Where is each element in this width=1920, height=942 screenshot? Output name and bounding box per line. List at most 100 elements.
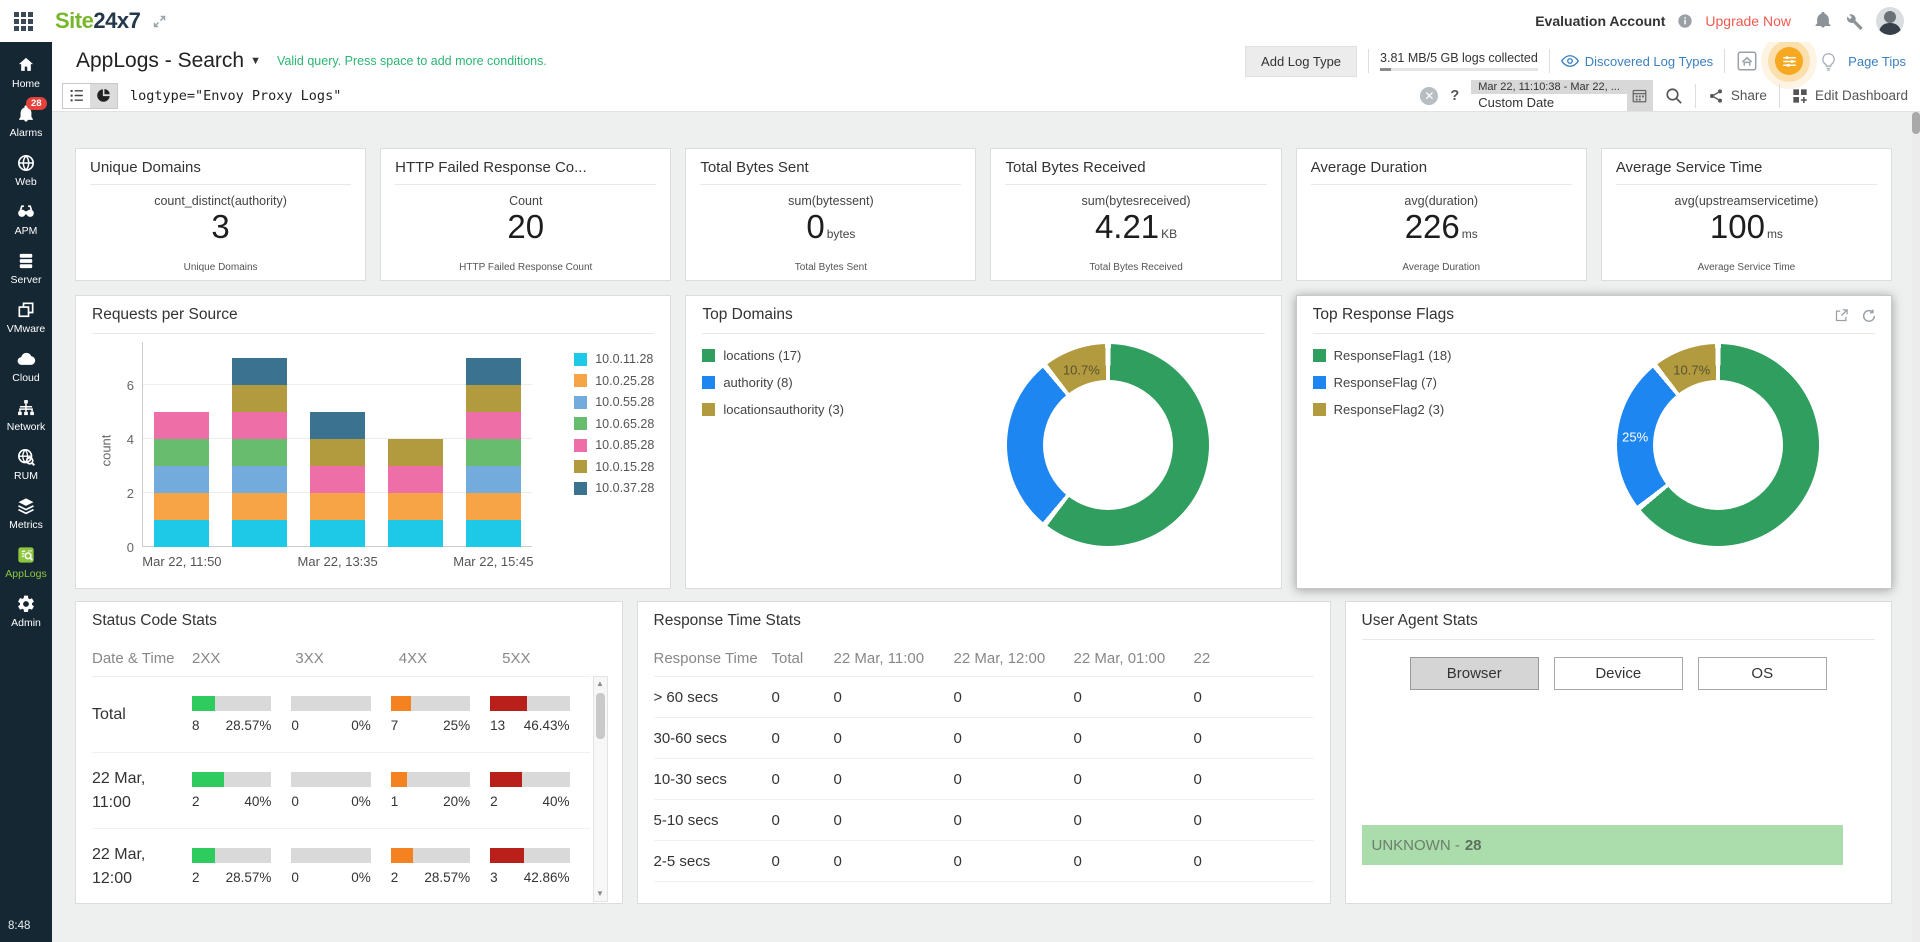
user-agent-bar[interactable]: UNKNOWN - 28 [1362, 825, 1844, 865]
page-title[interactable]: AppLogs - Search [76, 49, 244, 73]
bar-segment-10.0.15.28[interactable] [466, 385, 521, 412]
page-scrollbar[interactable] [1912, 112, 1920, 942]
bar-segment-10.0.11.28[interactable] [154, 520, 209, 547]
bar-segment-10.0.37.28[interactable] [466, 358, 521, 385]
bar-segment-10.0.15.28[interactable] [310, 439, 365, 466]
page-scroll-thumb[interactable] [1912, 112, 1920, 134]
avatar[interactable] [1876, 7, 1904, 35]
bar-segment-10.0.25.28[interactable] [388, 493, 443, 520]
date-range-picker[interactable]: Mar 22, 11:10:38 - Mar 22, ... Custom Da… [1471, 80, 1653, 111]
help-icon[interactable]: ? [1450, 88, 1459, 104]
add-log-type-button[interactable]: Add Log Type [1245, 46, 1357, 77]
bar-segment-10.0.11.28[interactable] [232, 520, 287, 547]
sidebar-item-admin[interactable]: Admin [0, 587, 52, 636]
top-response-flags-donut[interactable]: 10.7% 25% [1617, 344, 1819, 546]
sidebar-item-home[interactable]: Home [0, 48, 52, 97]
bar-segment-10.0.65.28[interactable] [232, 439, 287, 466]
announcement-icon[interactable] [1813, 11, 1833, 31]
logs-usage[interactable]: 3.81 MB/5 GB logs collected [1380, 51, 1538, 71]
bar-segment-10.0.85.28[interactable] [154, 412, 209, 439]
legend-item[interactable]: ResponseFlag2 (3) [1313, 402, 1452, 417]
sidebar-item-cloud[interactable]: Cloud [0, 342, 52, 391]
chart-view-toggle[interactable] [90, 84, 117, 108]
bar-segment-10.0.85.28[interactable] [388, 466, 443, 493]
page-tips-link[interactable]: Page Tips [1848, 54, 1906, 69]
bar-segment-10.0.25.28[interactable] [310, 493, 365, 520]
legend-item[interactable]: ResponseFlag (7) [1313, 375, 1452, 390]
sidebar-item-rum[interactable]: RUM [0, 440, 52, 489]
bar-segment-10.0.85.28[interactable] [310, 466, 365, 493]
tour-icon[interactable] [1775, 47, 1803, 75]
legend-item[interactable]: 10.0.25.28 [574, 374, 654, 388]
legend-item[interactable]: 10.0.37.28 [574, 481, 654, 495]
tab-device[interactable]: Device [1554, 657, 1683, 690]
calendar-icon[interactable] [1627, 80, 1653, 111]
bar-segment-10.0.55.28[interactable] [466, 466, 521, 493]
share-button[interactable]: Share [1708, 88, 1767, 104]
bar-2[interactable] [232, 358, 287, 547]
refresh-icon[interactable] [1861, 308, 1877, 324]
bar-segment-10.0.37.28[interactable] [310, 412, 365, 439]
wrench-icon[interactable] [1845, 12, 1864, 31]
bar-segment-10.0.25.28[interactable] [232, 493, 287, 520]
bar-segment-10.0.11.28[interactable] [310, 520, 365, 547]
bar-segment-10.0.55.28[interactable] [232, 466, 287, 493]
legend-item[interactable]: 10.0.65.28 [574, 417, 654, 431]
bar-segment-10.0.25.28[interactable] [466, 493, 521, 520]
sidebar-item-alarms[interactable]: Alarms28 [0, 97, 52, 146]
bar-segment-10.0.65.28[interactable] [154, 439, 209, 466]
home-box-icon[interactable] [1736, 50, 1758, 72]
tab-browser[interactable]: Browser [1410, 657, 1539, 690]
legend-item[interactable]: ResponseFlag1 (18) [1313, 348, 1452, 363]
response-cell: 0 [1194, 812, 1314, 829]
bar-segment-10.0.15.28[interactable] [388, 439, 443, 466]
bar-segment-10.0.25.28[interactable] [154, 493, 209, 520]
bar-3[interactable]: Mar 22, 13:35 [310, 412, 365, 547]
scroll-down-icon[interactable]: ▼ [596, 887, 604, 901]
legend-item[interactable]: 10.0.15.28 [574, 460, 654, 474]
sidebar-item-vmware[interactable]: VMware [0, 293, 52, 342]
bulb-icon[interactable] [1820, 52, 1837, 71]
expand-icon[interactable] [152, 14, 167, 29]
search-icon[interactable] [1665, 87, 1683, 105]
sidebar-item-applogs[interactable]: AppLogs [0, 538, 52, 587]
legend-item[interactable]: locationsauthority (3) [702, 402, 844, 417]
bar-segment-10.0.37.28[interactable] [232, 358, 287, 385]
legend-item[interactable]: locations (17) [702, 348, 844, 363]
legend-item[interactable]: 10.0.55.28 [574, 395, 654, 409]
bar-segment-10.0.11.28[interactable] [466, 520, 521, 547]
site24x7-logo[interactable]: Site24x7 [55, 8, 140, 34]
bar-segment-10.0.11.28[interactable] [388, 520, 443, 547]
legend-item[interactable]: authority (8) [702, 375, 844, 390]
bar-segment-10.0.65.28[interactable] [466, 439, 521, 466]
bar-segment-10.0.15.28[interactable] [232, 385, 287, 412]
upgrade-now-link[interactable]: Upgrade Now [1705, 13, 1791, 29]
bar-5[interactable]: Mar 22, 15:45 [466, 358, 521, 547]
bar-1[interactable]: Mar 22, 11:50 [154, 412, 209, 547]
sidebar-item-server[interactable]: Server [0, 244, 52, 293]
bar-segment-10.0.85.28[interactable] [232, 412, 287, 439]
discovered-log-types-link[interactable]: Discovered Log Types [1561, 54, 1713, 69]
status-table-scrollbar[interactable]: ▲ ▼ [593, 676, 608, 902]
bar-4[interactable] [388, 439, 443, 547]
bar-segment-10.0.85.28[interactable] [466, 412, 521, 439]
info-icon[interactable] [1677, 13, 1693, 29]
app-grid-icon[interactable] [14, 12, 33, 31]
sidebar-item-apm[interactable]: APM [0, 195, 52, 244]
list-view-toggle[interactable] [63, 84, 90, 108]
legend-item[interactable]: 10.0.11.28 [574, 352, 654, 366]
scroll-up-icon[interactable]: ▲ [596, 677, 604, 691]
edit-dashboard-button[interactable]: Edit Dashboard [1792, 88, 1908, 104]
legend-item[interactable]: 10.0.85.28 [574, 438, 654, 452]
clear-query-icon[interactable]: ✕ [1420, 87, 1438, 105]
sidebar-item-metrics[interactable]: Metrics [0, 489, 52, 538]
open-external-icon[interactable] [1834, 308, 1849, 324]
chevron-down-icon[interactable]: ▼ [250, 55, 261, 67]
tab-os[interactable]: OS [1698, 657, 1827, 690]
sidebar-item-web[interactable]: Web [0, 146, 52, 195]
search-query-input[interactable]: logtype="Envoy Proxy Logs" [130, 88, 341, 104]
bar-segment-10.0.55.28[interactable] [154, 466, 209, 493]
sidebar-item-network[interactable]: Network [0, 391, 52, 440]
scroll-thumb[interactable] [596, 693, 605, 739]
top-domains-donut[interactable]: 10.7% [1007, 344, 1209, 546]
